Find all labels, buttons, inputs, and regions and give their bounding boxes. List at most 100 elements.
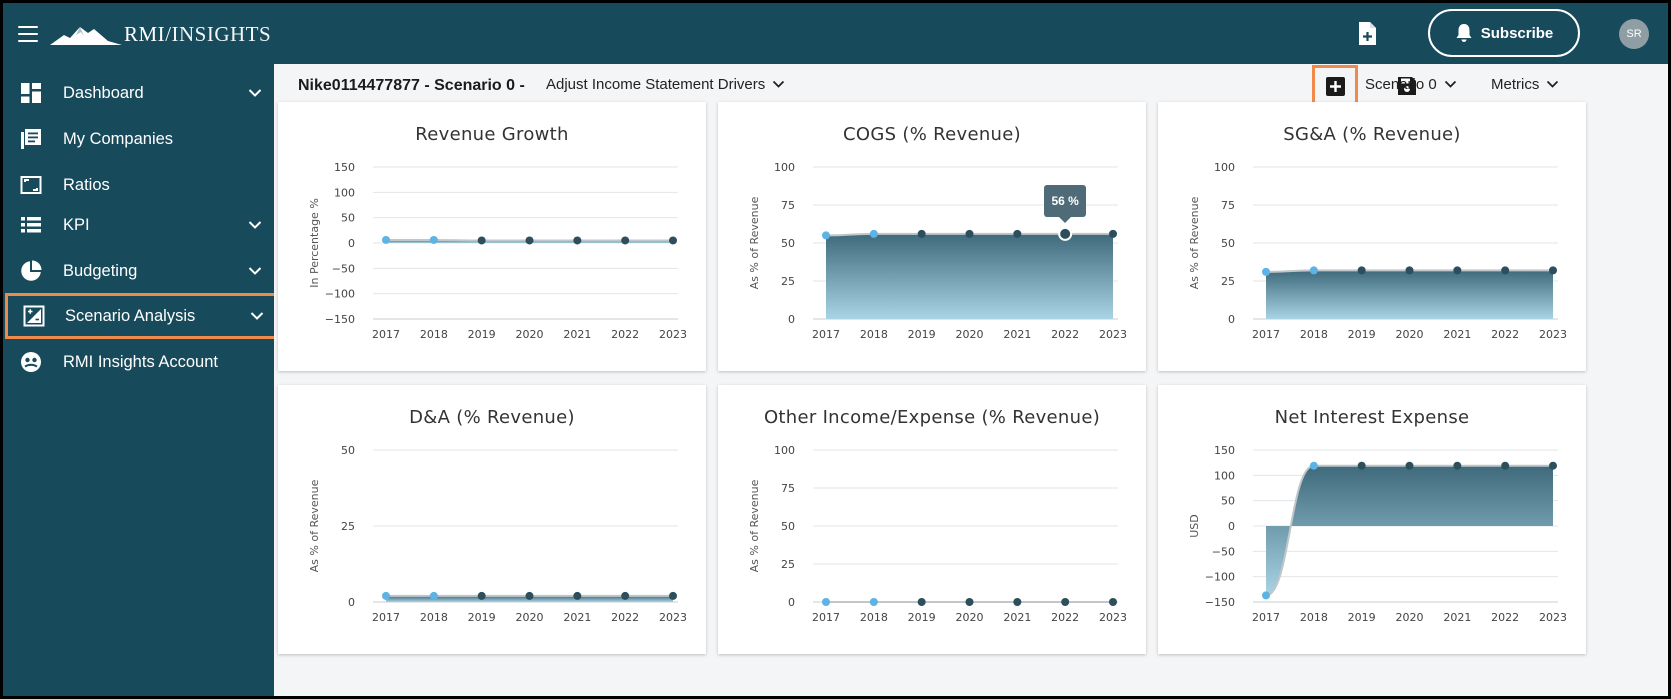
data-point[interactable] [1549, 461, 1557, 470]
data-point[interactable] [1357, 266, 1366, 275]
sidebar-item-my-companies[interactable]: My Companies [3, 116, 274, 162]
x-tick-label: 2022 [1051, 611, 1079, 624]
data-point[interactable] [1453, 461, 1462, 470]
sidebar-item-kpi[interactable]: KPI [3, 202, 274, 248]
subscribe-button[interactable]: Subscribe [1428, 9, 1580, 57]
menu-icon[interactable] [18, 26, 38, 42]
y-tick-label: 0 [788, 596, 795, 609]
x-tick-label: 2020 [956, 328, 984, 341]
x-tick-label: 2019 [1348, 611, 1376, 624]
add-document-icon[interactable] [1356, 21, 1378, 47]
x-tick-label: 2018 [860, 611, 888, 624]
ratios-icon [20, 176, 42, 194]
data-point[interactable] [1262, 591, 1270, 600]
chart-plot: 0 25 50 75 100 As % of Revenue 2017 2018 2019 202… [748, 444, 1127, 624]
data-point[interactable] [869, 229, 878, 238]
sidebar-item-label: Scenario Analysis [65, 306, 196, 325]
top-bar: RMI/INSIGHTS Subscribe SR [3, 3, 1668, 64]
y-tick-label: 50 [781, 237, 795, 250]
sidebar-item-scenario-analysis[interactable]: Scenario Analysis [5, 293, 277, 339]
y-tick-label: −50 [1212, 545, 1235, 558]
data-point[interactable] [1309, 461, 1318, 470]
data-point[interactable] [1549, 266, 1557, 275]
logo-text: RMI/INSIGHTS [124, 21, 272, 46]
data-point[interactable] [1109, 598, 1117, 606]
sidebar-item-budgeting[interactable]: Budgeting [3, 248, 274, 294]
scenario-select[interactable]: Scenario 0 [1365, 76, 1457, 93]
y-tick-label: 100 [334, 186, 355, 199]
x-tick-label: 2017 [372, 328, 400, 341]
y-tick-label: 50 [1221, 237, 1235, 250]
area-fill [1266, 465, 1553, 596]
x-tick-label: 2017 [1252, 611, 1280, 624]
y-tick-label: 50 [781, 520, 795, 533]
x-tick-label: 2022 [1051, 328, 1079, 341]
chevron-down-icon [773, 80, 785, 88]
data-point[interactable] [1262, 267, 1270, 276]
data-point[interactable] [822, 231, 830, 240]
data-point[interactable] [1109, 229, 1117, 238]
y-tick-label: 100 [1214, 469, 1235, 482]
data-point[interactable] [917, 598, 926, 606]
x-tick-label: 2022 [1491, 611, 1519, 624]
data-point[interactable] [1013, 229, 1022, 238]
y-tick-label: −100 [1205, 571, 1235, 584]
data-point[interactable] [429, 235, 438, 244]
metrics-select[interactable]: Metrics [1491, 76, 1559, 93]
data-point[interactable] [382, 591, 390, 600]
logo[interactable]: RMI/INSIGHTS [50, 17, 280, 51]
y-tick-label: 50 [341, 444, 355, 457]
data-point[interactable] [525, 591, 534, 600]
y-axis-label: As % of Revenue [308, 479, 321, 572]
data-point[interactable] [1309, 266, 1318, 275]
chart-card-net-interest: Net Interest Expense −150 −100 −50 0 50 100 150… [1158, 385, 1586, 654]
data-point[interactable] [965, 229, 974, 238]
data-point[interactable] [669, 236, 677, 245]
chart-card-cogs: COGS (% Revenue) 0 25 50 75 100 As % of Revenu… [718, 102, 1146, 371]
data-point[interactable] [917, 229, 926, 238]
companies-icon [21, 129, 41, 149]
sidebar-item-dashboard[interactable]: Dashboard [3, 70, 274, 116]
data-point[interactable] [621, 236, 630, 245]
data-point[interactable] [869, 598, 878, 606]
x-tick-label: 2019 [468, 611, 496, 624]
data-point[interactable] [1013, 598, 1022, 606]
x-tick-label: 2023 [1539, 328, 1567, 341]
data-point[interactable] [573, 591, 582, 600]
data-point[interactable] [429, 591, 438, 600]
data-point[interactable] [1405, 461, 1414, 470]
data-point[interactable] [1061, 598, 1070, 606]
y-axis-label: As % of Revenue [748, 196, 761, 289]
data-point[interactable] [1058, 226, 1073, 241]
data-point[interactable] [1453, 266, 1462, 275]
sidebar-item-label: Dashboard [63, 83, 144, 102]
y-tick-label: 25 [781, 275, 795, 288]
data-point[interactable] [382, 235, 390, 244]
data-point[interactable] [621, 591, 630, 600]
x-tick-label: 2017 [1252, 328, 1280, 341]
data-point[interactable] [1501, 266, 1510, 275]
plus-square-icon [1325, 77, 1345, 96]
data-point[interactable] [1501, 461, 1510, 470]
data-point[interactable] [477, 591, 486, 600]
data-point[interactable] [669, 591, 677, 600]
chart-tooltip: 56 % [1044, 184, 1087, 223]
area-fill [1266, 270, 1553, 319]
y-axis-label: As % of Revenue [748, 479, 761, 572]
driver-select[interactable]: Adjust Income Statement Drivers [546, 76, 785, 93]
data-point[interactable] [525, 236, 534, 245]
x-tick-label: 2020 [516, 611, 544, 624]
data-point[interactable] [477, 236, 486, 245]
chart-card-sga: SG&A (% Revenue) 0 25 50 75 100 As % of Revenu… [1158, 102, 1586, 371]
data-point[interactable] [965, 598, 974, 606]
x-tick-label: 2023 [659, 611, 687, 624]
x-tick-label: 2022 [611, 328, 639, 341]
data-point[interactable] [573, 236, 582, 245]
y-tick-label: 75 [781, 199, 795, 212]
chart-card-other-income: Other Income/Expense (% Revenue) 0 25 50 75 1… [718, 385, 1146, 654]
data-point[interactable] [822, 598, 830, 606]
data-point[interactable] [1357, 461, 1366, 470]
avatar[interactable]: SR [1619, 19, 1649, 49]
data-point[interactable] [1405, 266, 1414, 275]
sidebar-item-rmi-insights-account[interactable]: RMI Insights Account [3, 339, 274, 385]
